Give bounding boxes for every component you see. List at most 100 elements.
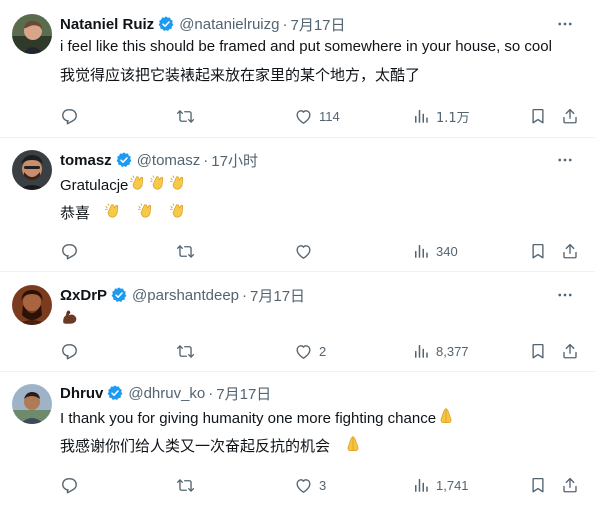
share-icon (561, 107, 579, 125)
tweet-header: tomasz @tomasz · 17小时 (60, 150, 258, 170)
tweet-translation: 我感谢你们给人类又一次奋起反抗的机会 (60, 437, 331, 455)
view-count: 340 (436, 243, 458, 259)
views-button[interactable]: 8,377 (412, 341, 469, 361)
retweet-button[interactable] (176, 106, 195, 126)
tweet-translation: 恭喜 (60, 204, 91, 222)
bookmark-icon (529, 476, 547, 494)
like-button[interactable] (294, 241, 313, 261)
heart-icon (294, 476, 313, 495)
timestamp[interactable]: 7月17日 (216, 383, 271, 404)
tweet-header: ΩxDrP @parshantdeep · 7月17日 (60, 285, 305, 305)
tweet-natanielruizg[interactable]: Nataniel Ruiz @natanielruizg · 7月17日 i f… (0, 0, 595, 138)
clapping-hands-emoji (103, 201, 123, 226)
separator: · (242, 286, 248, 304)
heart-icon (294, 107, 313, 126)
separator: · (282, 15, 288, 33)
bookmark-button[interactable] (529, 106, 547, 126)
timestamp[interactable]: 7月17日 (290, 14, 345, 35)
reply-button[interactable] (60, 241, 79, 261)
tweet-text: Gratulacje (60, 176, 129, 194)
view-count: 1.1万 (436, 110, 470, 126)
tweet-parshantdeep[interactable]: ΩxDrP @parshantdeep · 7月17日 2 8,377 (0, 272, 595, 372)
tweet-header: Nataniel Ruiz @natanielruizg · 7月17日 (60, 14, 346, 34)
more-icon[interactable] (555, 150, 575, 170)
tweet-text-row: I thank you for giving humanity one more… (60, 406, 456, 432)
verified-badge-icon (106, 384, 124, 402)
clapping-hands-emoji (148, 173, 168, 199)
separator: · (203, 151, 209, 169)
tweet-header: Dhruv @dhruv_ko · 7月17日 (60, 383, 271, 403)
share-button[interactable] (561, 241, 579, 261)
bookmark-icon (529, 342, 547, 360)
action-bar: 114 1.1万 (0, 106, 595, 126)
folded-hands-emoji (343, 434, 363, 459)
views-icon (412, 476, 430, 494)
view-count: 1,741 (436, 477, 469, 493)
bookmark-button[interactable] (529, 241, 547, 261)
more-icon[interactable] (555, 14, 575, 34)
retweet-button[interactable] (176, 341, 195, 361)
like-button[interactable]: 3 (294, 475, 326, 495)
tweet-text: I thank you for giving humanity one more… (60, 409, 437, 427)
retweet-icon (176, 342, 195, 361)
tweet-translation: 我觉得应该把它装裱起来放在家里的某个地方，太酷了 (60, 66, 421, 84)
reply-icon (60, 242, 79, 261)
views-button[interactable]: 1,741 (412, 475, 469, 495)
action-bar: 2 8,377 (0, 341, 595, 361)
share-button[interactable] (561, 341, 579, 361)
retweet-button[interactable] (176, 241, 195, 261)
clapping-hands-emoji (136, 201, 156, 226)
verified-badge-icon (157, 15, 175, 33)
share-icon (561, 342, 579, 360)
clapping-hands-emoji (128, 173, 148, 199)
tweet-dhruv_ko[interactable]: Dhruv @dhruv_ko · 7月17日 I thank you for … (0, 372, 595, 509)
reply-button[interactable] (60, 106, 79, 126)
action-bar: 3 1,741 (0, 475, 595, 495)
reply-icon (60, 476, 79, 495)
tweet-text: i feel like this should be framed and pu… (60, 38, 552, 55)
bookmark-button[interactable] (529, 475, 547, 495)
handle[interactable]: @parshantdeep (132, 287, 239, 304)
like-button[interactable]: 2 (294, 341, 326, 361)
share-button[interactable] (561, 475, 579, 495)
tweet-tomasz[interactable]: tomasz @tomasz · 17小时 Gratulacje 恭喜 340 (0, 138, 595, 272)
display-name[interactable]: Dhruv (60, 385, 103, 402)
tweet-text-row: Gratulacje (60, 173, 188, 199)
avatar[interactable] (12, 285, 52, 325)
reply-button[interactable] (60, 475, 79, 495)
timestamp[interactable]: 17小时 (211, 150, 258, 171)
tweet-translation-row: 恭喜 (60, 201, 188, 226)
handle[interactable]: @natanielruizg (179, 16, 279, 33)
display-name[interactable]: ΩxDrP (60, 287, 107, 304)
views-button[interactable]: 1.1万 (412, 106, 470, 126)
share-button[interactable] (561, 106, 579, 126)
avatar[interactable] (12, 14, 52, 54)
heart-icon (294, 242, 313, 261)
reply-button[interactable] (60, 341, 79, 361)
views-icon (412, 342, 430, 360)
display-name[interactable]: Nataniel Ruiz (60, 16, 154, 33)
display-name[interactable]: tomasz (60, 152, 112, 169)
retweet-icon (176, 476, 195, 495)
views-button[interactable]: 340 (412, 241, 458, 261)
clapping-hands-emoji (168, 201, 188, 226)
share-icon (561, 242, 579, 260)
reply-feed: Nataniel Ruiz @natanielruizg · 7月17日 i f… (0, 0, 595, 509)
timestamp[interactable]: 7月17日 (250, 285, 305, 306)
tweet-translation-row: 我感谢你们给人类又一次奋起反抗的机会 (60, 434, 363, 459)
avatar[interactable] (12, 150, 52, 190)
heart-icon (294, 342, 313, 361)
more-icon[interactable] (555, 285, 575, 305)
bookmark-icon (529, 242, 547, 260)
verified-badge-icon (115, 151, 133, 169)
avatar[interactable] (12, 384, 52, 424)
retweet-icon (176, 107, 195, 126)
retweet-button[interactable] (176, 475, 195, 495)
verified-badge-icon (110, 286, 128, 304)
tweet-text-row (60, 307, 80, 333)
reply-icon (60, 342, 79, 361)
handle[interactable]: @tomasz (137, 152, 201, 169)
handle[interactable]: @dhruv_ko (128, 385, 205, 402)
bookmark-button[interactable] (529, 341, 547, 361)
like-button[interactable]: 114 (294, 106, 340, 126)
